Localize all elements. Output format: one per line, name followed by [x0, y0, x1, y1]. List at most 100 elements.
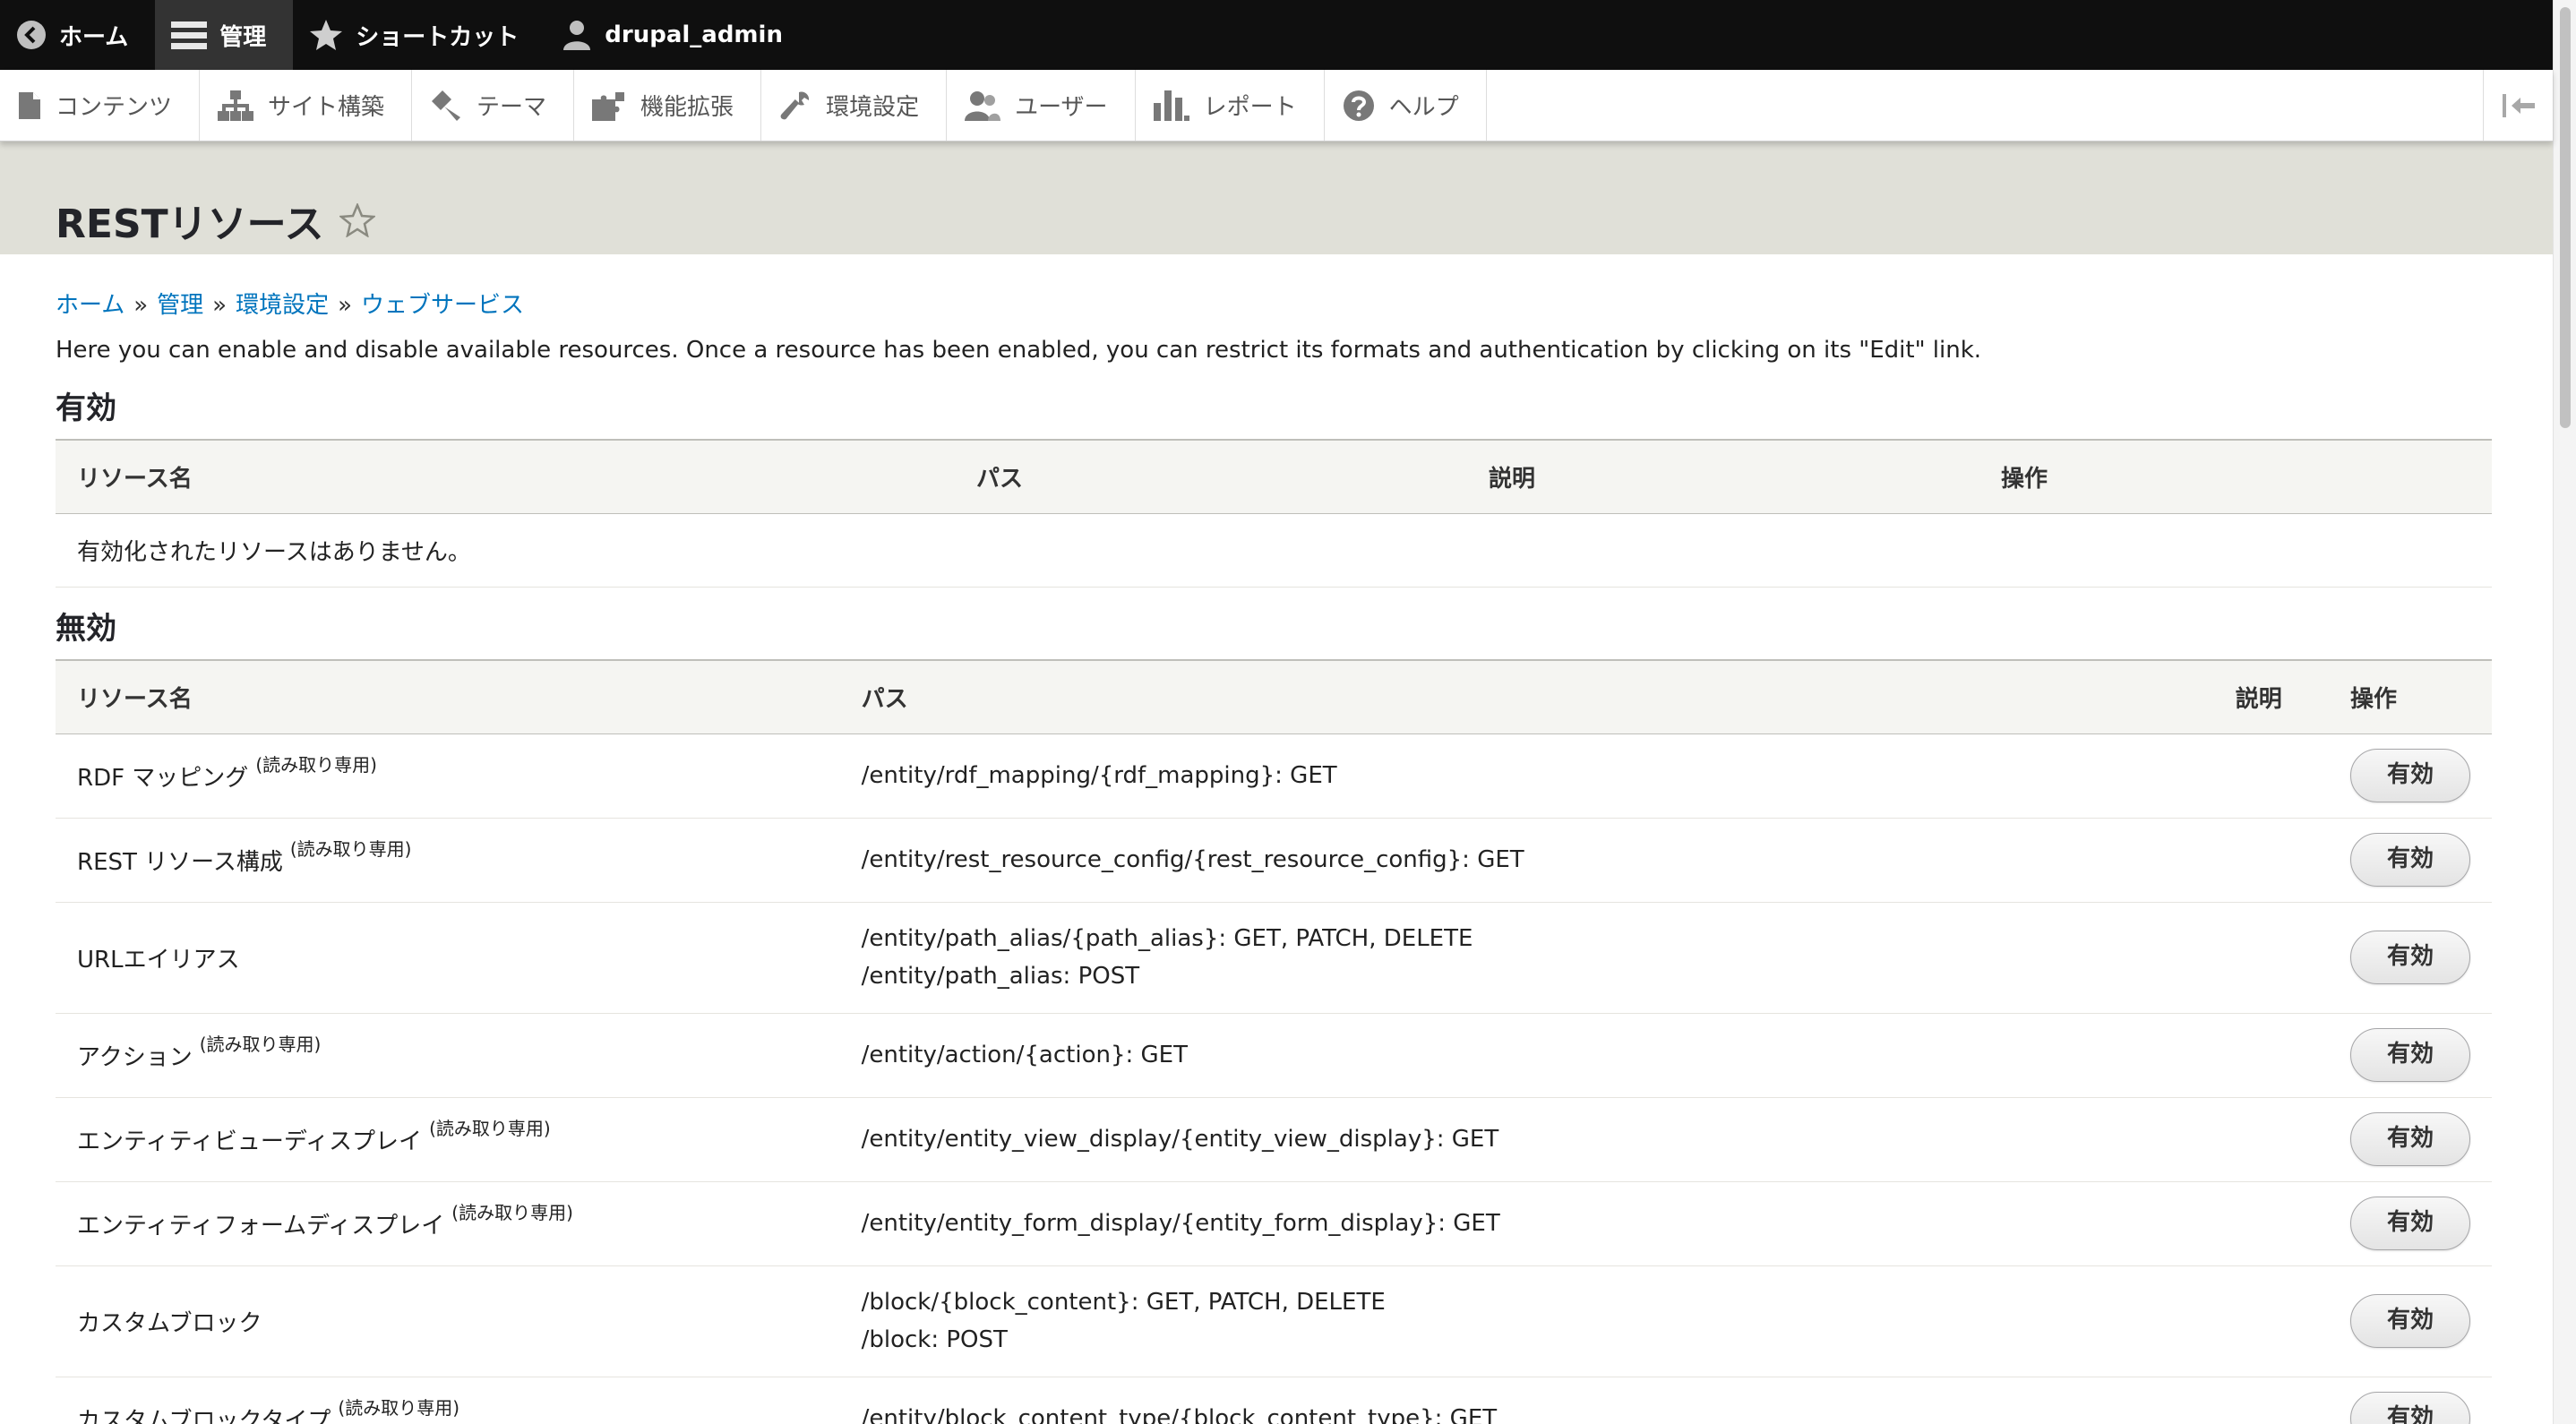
column-header-resource-name: リソース名 [56, 439, 955, 514]
tray-item-extend[interactable]: 機能拡張 [574, 70, 762, 141]
page-title-text: RESTリソース [56, 202, 324, 247]
resource-name: アクション [77, 1043, 193, 1071]
enable-button[interactable]: 有効 [2350, 1197, 2470, 1250]
tray-item-content-label: コンテンツ [56, 94, 173, 121]
resource-operations-cell: 有効 [2329, 1377, 2492, 1424]
people-icon [965, 90, 1001, 121]
enable-button[interactable]: 有効 [2350, 1392, 2470, 1424]
chevron-left-circle-icon [17, 21, 46, 49]
empty-message: 有効化されたリソースはありません。 [56, 513, 2492, 588]
resource-operations-cell: 有効 [2329, 818, 2492, 903]
resource-operations-cell: 有効 [2329, 1013, 2492, 1098]
resource-path: /entity/rest_resource_config/{rest_resou… [861, 846, 1524, 873]
resource-description-cell [2213, 902, 2329, 1014]
table-row: アクション (読み取り専用) /entity/action/{action}: G… [56, 1013, 2492, 1098]
table-row: エンティティビューディスプレイ (読み取り専用) /entity/entity_v… [56, 1097, 2492, 1182]
read-only-label: (読み取り専用) [255, 753, 377, 776]
resource-path: /block/{block_content}: GET, PATCH, DELE… [861, 1289, 1386, 1316]
tray-item-content[interactable]: コンテンツ [0, 70, 201, 141]
tray-item-people-label: ユーザー [1015, 94, 1108, 121]
hamburger-icon [171, 21, 208, 49]
enable-button[interactable]: 有効 [2350, 1294, 2470, 1348]
resource-description-cell [2213, 1265, 2329, 1377]
breadcrumb-separator: » [338, 292, 353, 319]
tray-item-reports[interactable]: レポート [1136, 70, 1325, 141]
table-row: エンティティフォームディスプレイ (読み取り専用) /entity/entity_… [56, 1181, 2492, 1266]
resource-operations-cell: 有効 [2329, 902, 2492, 1014]
add-shortcut-star-icon[interactable] [339, 203, 376, 237]
star-icon [310, 20, 343, 50]
column-header-description: 説明 [1467, 439, 1979, 514]
page-scrollbar[interactable] [2553, 0, 2576, 1424]
column-header-description: 説明 [2213, 659, 2329, 734]
page-title: RESTリソース [56, 192, 376, 249]
enable-button[interactable]: 有効 [2350, 749, 2470, 802]
tray-item-people[interactable]: ユーザー [947, 70, 1136, 141]
resource-path: /block: POST [861, 1326, 1008, 1353]
resource-name-cell: アクション (読み取り専用) [56, 1013, 840, 1098]
resource-name: エンティティビューディスプレイ [77, 1128, 423, 1155]
toolbar-user-label: drupal_admin [605, 21, 783, 48]
tray-item-configuration-label: 環境設定 [826, 94, 920, 121]
resource-path: /entity/action/{action}: GET [861, 1042, 1188, 1068]
paintbrush-icon [432, 90, 461, 121]
breadcrumb-admin[interactable]: 管理 [157, 292, 203, 319]
breadcrumb-web-services[interactable]: ウェブサービス [361, 292, 524, 319]
resource-description-cell [2213, 1377, 2329, 1424]
read-only-label: (読み取り専用) [199, 1033, 322, 1055]
column-header-operations: 操作 [2329, 659, 2492, 734]
tray-item-reports-label: レポート [1203, 94, 1297, 121]
disabled-heading: 無効 [56, 611, 116, 647]
resource-path: /entity/entity_form_display/{entity_form… [861, 1210, 1500, 1237]
tray-item-configuration[interactable]: 環境設定 [761, 70, 948, 141]
toolbar-home-link[interactable]: ホーム [0, 0, 155, 70]
collapse-left-icon [2502, 93, 2535, 117]
resource-description-cell [2213, 1097, 2329, 1182]
enable-button[interactable]: 有効 [2350, 1028, 2470, 1082]
breadcrumb: ホーム » 管理 » 環境設定 » ウェブサービス [56, 287, 524, 320]
resource-name: RDF マッピング [77, 764, 249, 792]
bar-chart-icon [1153, 90, 1189, 121]
breadcrumb-home[interactable]: ホーム [56, 292, 125, 319]
resource-name-cell: RDF マッピング (読み取り専用) [56, 733, 840, 819]
toolbar-manage-tab[interactable]: 管理 [155, 0, 294, 70]
toolbar-user-tab[interactable]: drupal_admin [545, 0, 810, 70]
user-icon [563, 21, 591, 50]
column-header-path: パス [839, 659, 2214, 734]
column-header-path: パス [955, 439, 1467, 514]
table-row: REST リソース構成 (読み取り専用) /entity/rest_resourc… [56, 818, 2492, 903]
tray-orientation-toggle[interactable] [2483, 70, 2553, 141]
toolbar-shortcuts-tab[interactable]: ショートカット [293, 0, 545, 70]
resource-name-cell: エンティティビューディスプレイ (読み取り専用) [56, 1097, 840, 1182]
admin-menu-tray: コンテンツ サイト構築 テーマ 機能拡張 環境設定 ユーザー レポート ヘルプ [0, 70, 2553, 142]
enabled-heading: 有効 [56, 390, 116, 426]
breadcrumb-config[interactable]: 環境設定 [236, 292, 329, 319]
resource-operations-cell: 有効 [2329, 1097, 2492, 1182]
resource-operations-cell: 有効 [2329, 1265, 2492, 1377]
read-only-label: (読み取り専用) [289, 837, 412, 860]
enable-button[interactable]: 有効 [2350, 1112, 2470, 1166]
resource-path: /entity/entity_view_display/{entity_view… [861, 1126, 1499, 1153]
resource-description-cell [2213, 818, 2329, 903]
scrollbar-thumb[interactable] [2560, 7, 2571, 428]
resource-path-cell: /entity/rest_resource_config/{rest_resou… [839, 818, 2214, 903]
read-only-label: (読み取り専用) [338, 1396, 460, 1419]
help-icon [1343, 90, 1374, 121]
tray-item-help-label: ヘルプ [1388, 94, 1459, 121]
resource-path: /entity/path_alias: POST [861, 963, 1140, 990]
resource-description-cell [2213, 1181, 2329, 1266]
resource-operations-cell: 有効 [2329, 733, 2492, 819]
resource-name: エンティティフォームディスプレイ [77, 1212, 445, 1240]
resource-description-cell [2213, 1013, 2329, 1098]
tray-item-help[interactable]: ヘルプ [1325, 70, 1487, 141]
table-row: RDF マッピング (読み取り専用) /entity/rdf_mapping/{r… [56, 733, 2492, 819]
resource-description-cell [2213, 733, 2329, 819]
file-icon [19, 91, 40, 119]
toolbar-shortcuts-label: ショートカット [356, 23, 519, 51]
resource-name-cell: エンティティフォームディスプレイ (読み取り専用) [56, 1181, 840, 1266]
tray-item-appearance[interactable]: テーマ [412, 70, 575, 141]
tray-item-structure[interactable]: サイト構築 [200, 70, 413, 141]
enable-button[interactable]: 有効 [2350, 931, 2470, 984]
enable-button[interactable]: 有効 [2350, 833, 2470, 887]
resource-path-cell: /entity/path_alias/{path_alias}: GET, PA… [839, 902, 2214, 1014]
